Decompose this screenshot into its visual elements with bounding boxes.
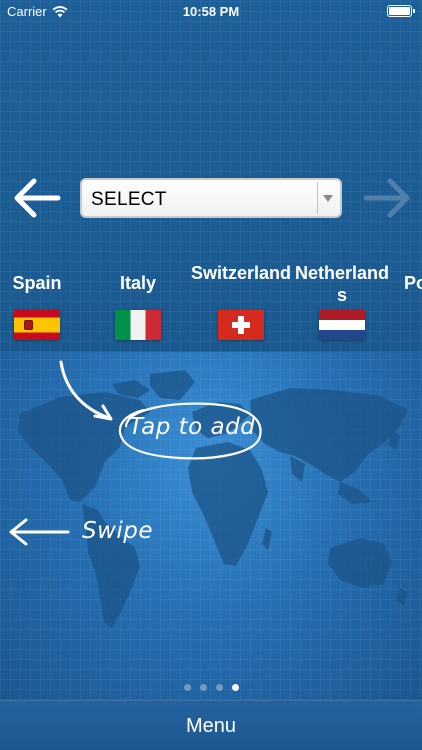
- page-dot-4-active[interactable]: [231, 684, 239, 691]
- country-name: Italy: [119, 273, 157, 293]
- menu-label: Menu: [185, 715, 237, 737]
- battery-icon: [387, 5, 415, 17]
- page-dot-3[interactable]: [215, 684, 223, 691]
- swipe-hint: Swipe: [82, 518, 154, 544]
- switzerland-flag-icon: [218, 310, 264, 340]
- country-item-spain[interactable]: Spain: [0, 262, 89, 340]
- page-dot-2[interactable]: [199, 684, 207, 691]
- country-item-netherlands[interactable]: Netherlands: [290, 262, 394, 340]
- chevron-down-icon: [323, 195, 333, 202]
- country-item-partial[interactable]: Po: [396, 262, 422, 306]
- page-dot-1[interactable]: [183, 684, 191, 691]
- country-item-italy[interactable]: Italy: [86, 262, 190, 340]
- page-indicator[interactable]: [0, 684, 422, 691]
- country-name: Po: [404, 273, 422, 293]
- select-divider: [317, 182, 318, 214]
- country-name: Spain: [12, 273, 62, 293]
- country-name: Netherlands: [294, 263, 390, 305]
- country-select-dropdown[interactable]: SELECT: [80, 178, 342, 218]
- spain-flag-icon: [14, 310, 60, 340]
- arrow-left-icon[interactable]: [12, 176, 62, 220]
- tap-to-add-hint[interactable]: Tap to add: [129, 414, 255, 440]
- netherlands-flag-icon: [319, 310, 365, 340]
- country-name: Switzerland: [190, 263, 292, 283]
- status-time: 10:58 PM: [182, 4, 240, 19]
- swipe-arrow-icon: [9, 518, 70, 546]
- status-bar: Carrier 10:58 PM: [0, 0, 422, 22]
- country-item-switzerland[interactable]: Switzerland: [189, 262, 293, 340]
- country-select-value: SELECT: [91, 189, 167, 210]
- menu-button[interactable]: Menu: [0, 700, 422, 750]
- arrow-right-icon[interactable]: [362, 176, 412, 220]
- italy-flag-icon: [115, 310, 161, 340]
